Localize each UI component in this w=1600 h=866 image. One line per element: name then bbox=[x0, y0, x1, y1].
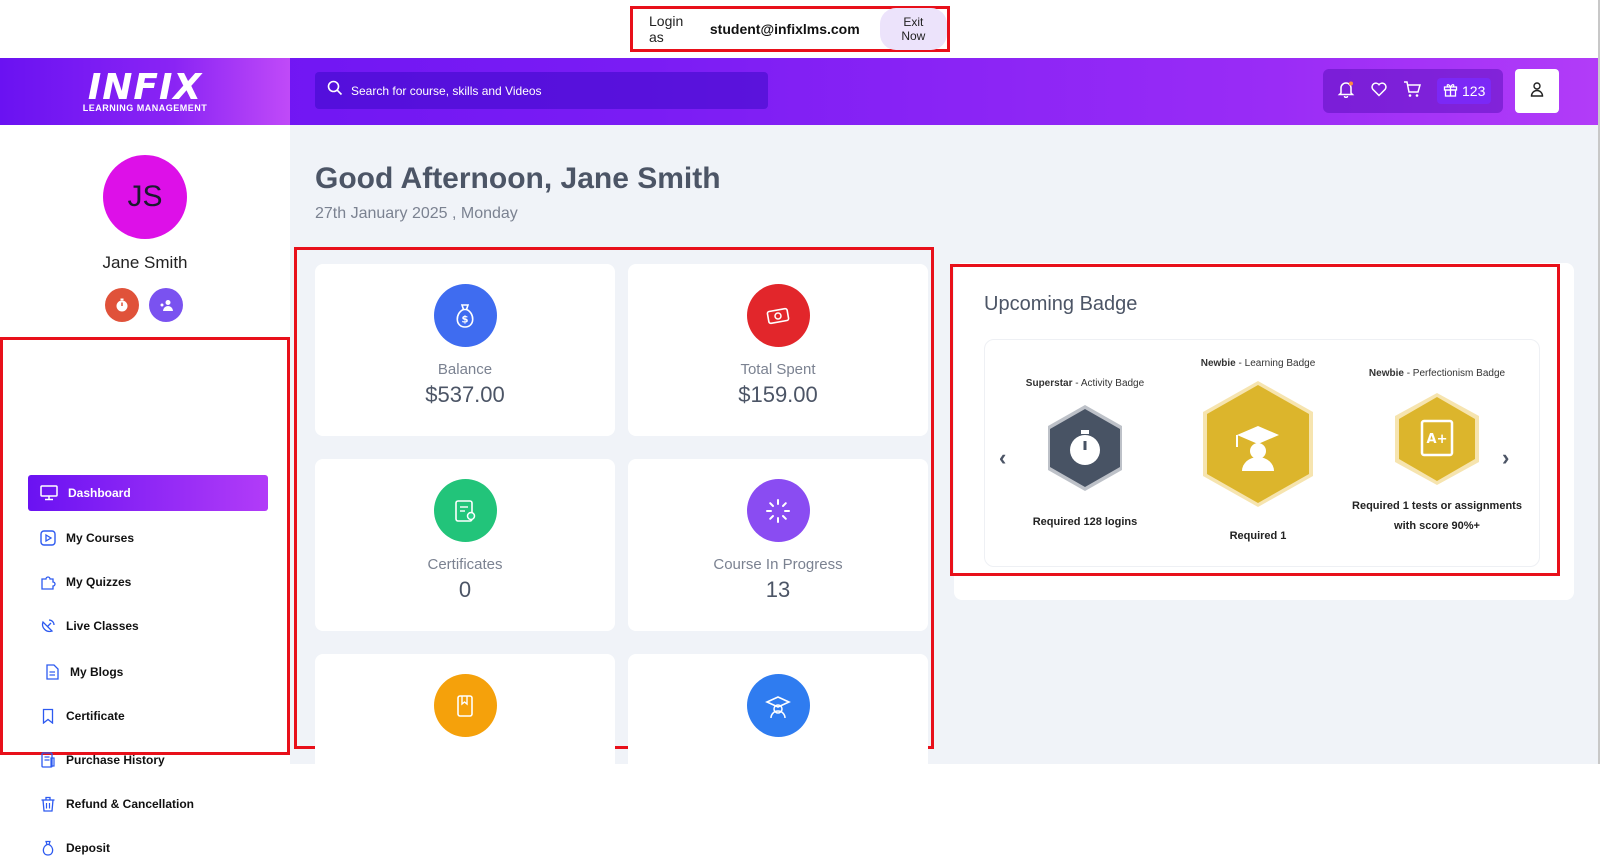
stat-card-certificates[interactable]: Certificates 0 bbox=[315, 459, 615, 631]
gift-points-button[interactable]: 123 bbox=[1437, 78, 1492, 104]
puzzle-icon bbox=[41, 576, 56, 590]
header-actions: 123 bbox=[1323, 69, 1503, 113]
main-content: Good Afternoon, Jane Smith 27th January … bbox=[290, 125, 1600, 826]
sidebar-item-label: Deposit bbox=[66, 841, 111, 855]
receipt-icon bbox=[41, 752, 55, 768]
gift-count: 123 bbox=[1462, 83, 1486, 99]
sidebar: JS Jane Smith Dashboard My Courses My Qu… bbox=[0, 125, 290, 856]
loading-spinner-icon bbox=[746, 479, 810, 542]
document-icon bbox=[46, 664, 59, 680]
sidebar-item-label: Refund & Cancellation bbox=[66, 797, 195, 811]
sidebar-item-live-classes[interactable]: Live Classes bbox=[28, 608, 268, 644]
stat-label: Course In Progress bbox=[713, 556, 843, 573]
stopwatch-badge-icon[interactable] bbox=[105, 288, 139, 322]
sidebar-item-my-blogs[interactable]: My Blogs bbox=[28, 654, 268, 690]
stat-value: 0 bbox=[458, 577, 472, 602]
trash-icon bbox=[41, 796, 55, 812]
impersonation-banner: Login as student@infixlms.com Exit Now bbox=[630, 6, 950, 52]
sidebar-item-label: Live Classes bbox=[66, 619, 139, 633]
sidebar-item-dashboard[interactable]: Dashboard bbox=[28, 475, 268, 511]
header: INFIX LEARNING MANAGEMENT 123 bbox=[0, 58, 1598, 125]
stat-label: Balance bbox=[437, 361, 493, 378]
logo-text: INFIX bbox=[87, 66, 203, 108]
sidebar-item-purchase-history[interactable]: Purchase History bbox=[28, 742, 268, 778]
search-bar bbox=[315, 72, 768, 109]
community-badge-icon[interactable] bbox=[149, 288, 183, 322]
book-icon bbox=[433, 674, 497, 737]
gift-icon bbox=[1443, 82, 1458, 100]
svg-text:$: $ bbox=[462, 314, 469, 325]
user-menu-button[interactable] bbox=[1515, 69, 1559, 113]
logo[interactable]: INFIX LEARNING MANAGEMENT bbox=[0, 58, 290, 125]
sidebar-item-label: Certificate bbox=[66, 709, 125, 723]
moneybag-icon bbox=[42, 840, 54, 856]
sidebar-item-label: My Courses bbox=[66, 531, 135, 545]
exit-now-button[interactable]: Exit Now bbox=[879, 8, 947, 50]
satellite-icon bbox=[41, 619, 55, 633]
login-email: student@infixlms.com bbox=[709, 21, 860, 37]
cart-icon[interactable] bbox=[1403, 80, 1422, 103]
sidebar-item-deposit[interactable]: Deposit bbox=[28, 830, 268, 866]
page-title: Good Afternoon, Jane Smith bbox=[315, 162, 721, 195]
search-icon bbox=[327, 80, 343, 101]
heart-icon[interactable] bbox=[1370, 80, 1388, 103]
sidebar-item-certificate[interactable]: Certificate bbox=[28, 698, 268, 734]
stat-card-balance[interactable]: $ Balance $537.00 bbox=[315, 264, 615, 436]
graduation-cap-icon bbox=[746, 674, 810, 737]
login-as-label: Login as bbox=[649, 13, 684, 45]
sidebar-item-label: Dashboard bbox=[68, 486, 131, 500]
user-icon bbox=[1529, 81, 1545, 102]
search-input[interactable] bbox=[351, 83, 751, 98]
bookmark-icon bbox=[42, 708, 54, 724]
stat-card-student[interactable] bbox=[628, 654, 928, 826]
stat-label: Certificates bbox=[427, 556, 503, 573]
stat-value: $159.00 bbox=[738, 382, 818, 407]
play-icon bbox=[40, 530, 56, 546]
monitor-icon bbox=[40, 485, 58, 501]
profile-name: Jane Smith bbox=[102, 253, 188, 272]
bell-icon[interactable] bbox=[1337, 80, 1355, 103]
sidebar-menu: Dashboard My Courses My Quizzes Live Cla… bbox=[0, 337, 290, 856]
sidebar-item-label: Purchase History bbox=[66, 753, 165, 767]
stat-card-course-in-progress[interactable]: Course In Progress 13 bbox=[628, 459, 928, 631]
banknote-icon bbox=[746, 284, 810, 347]
stat-card-book[interactable] bbox=[315, 654, 615, 826]
stat-card-total-spent[interactable]: Total Spent $159.00 bbox=[628, 264, 928, 436]
stat-value: $537.00 bbox=[425, 382, 505, 407]
certificate-icon bbox=[433, 479, 497, 542]
top-bar: Login as student@infixlms.com Exit Now bbox=[0, 0, 1600, 58]
stat-value: 13 bbox=[765, 577, 791, 602]
moneybag-icon: $ bbox=[433, 284, 497, 347]
sidebar-item-refund-cancellation[interactable]: Refund & Cancellation bbox=[28, 786, 268, 822]
stats-grid: $ Balance $537.00 Total Spent $159.00 Ce… bbox=[294, 247, 934, 826]
sidebar-item-label: My Blogs bbox=[70, 665, 124, 679]
logo-tagline: LEARNING MANAGEMENT bbox=[82, 102, 208, 113]
current-date: 27th January 2025 , Monday bbox=[315, 205, 518, 222]
badge-highlight-box bbox=[950, 264, 1560, 576]
sidebar-item-label: My Quizzes bbox=[66, 575, 132, 589]
sidebar-item-my-quizzes[interactable]: My Quizzes bbox=[28, 564, 268, 600]
earned-badges bbox=[105, 288, 183, 322]
avatar[interactable]: JS bbox=[103, 155, 187, 239]
stat-label: Total Spent bbox=[740, 361, 816, 378]
sidebar-item-my-courses[interactable]: My Courses bbox=[28, 520, 268, 556]
